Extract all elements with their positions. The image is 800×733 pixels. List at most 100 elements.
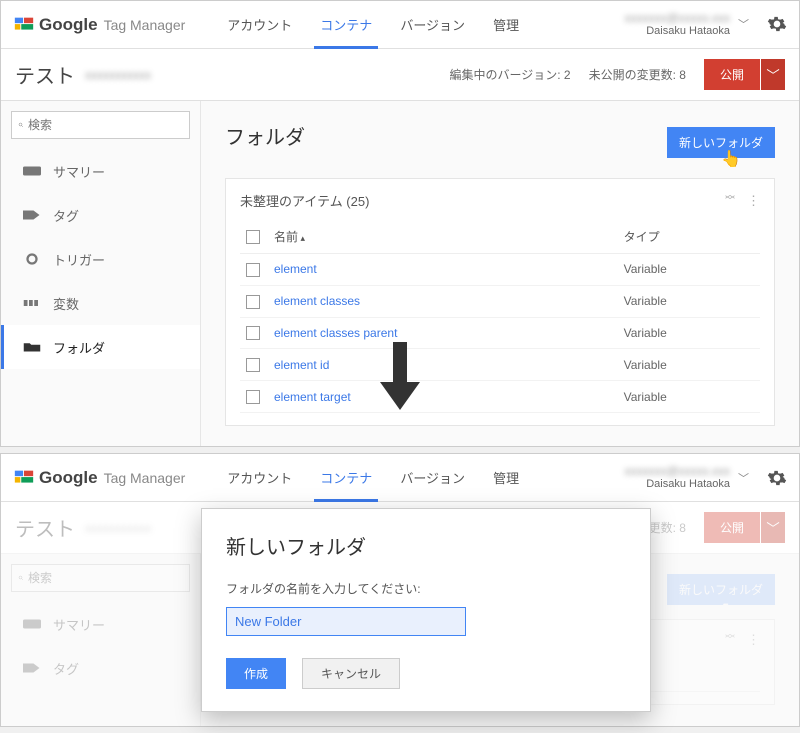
sidebar-item-summary[interactable]: サマリー bbox=[1, 149, 200, 193]
tab-version[interactable]: バージョン bbox=[386, 1, 479, 49]
sidebar-item-tags[interactable]: タグ bbox=[1, 193, 200, 237]
account-switcher[interactable]: xxxxxxx@xxxxx.xxx Daisaku Hataoka bbox=[624, 11, 730, 39]
table-row[interactable]: element classesVariable bbox=[240, 285, 760, 317]
search-icon bbox=[18, 571, 24, 585]
editing-version: 編集中のバージョン: 2 bbox=[449, 66, 570, 83]
gear-icon[interactable] bbox=[767, 468, 787, 488]
row-checkbox[interactable] bbox=[246, 263, 260, 277]
row-type: Variable bbox=[618, 317, 760, 349]
sidebar: サマリー タグ トリガー 変数 フォルダ bbox=[1, 101, 201, 446]
table-row[interactable]: element idVariable bbox=[240, 349, 760, 381]
sidebar-item-variables[interactable]: 変数 bbox=[1, 281, 200, 325]
chevron-down-icon: ﹀ bbox=[766, 518, 779, 537]
row-type: Variable bbox=[618, 254, 760, 286]
top-header: Google Tag Manager アカウント コンテナ バージョン 管理 x… bbox=[1, 1, 799, 49]
user-email-redacted: xxxxxxx@xxxxx.xxx bbox=[624, 11, 730, 25]
row-checkbox[interactable] bbox=[246, 295, 260, 309]
row-name[interactable]: element classes parent bbox=[268, 317, 618, 349]
account-switcher[interactable]: xxxxxxx@xxxxx.xxx Daisaku Hataoka bbox=[624, 464, 730, 492]
row-name[interactable]: element id bbox=[268, 349, 618, 381]
row-type: Variable bbox=[618, 349, 760, 381]
select-all-checkbox[interactable] bbox=[246, 230, 260, 244]
publish-dropdown[interactable]: ﹀ bbox=[761, 59, 785, 90]
summary-icon bbox=[23, 165, 41, 177]
sidebar-item-folders[interactable]: フォルダ bbox=[1, 325, 200, 369]
col-name[interactable]: 名前 bbox=[268, 220, 618, 254]
sidebar-item-triggers[interactable]: トリガー bbox=[1, 237, 200, 281]
dialog-title: 新しいフォルダ bbox=[226, 531, 626, 560]
row-type: Variable bbox=[618, 381, 760, 413]
row-checkbox[interactable] bbox=[246, 358, 260, 372]
publish-group: 公開 ﹀ bbox=[704, 512, 785, 543]
new-folder-button[interactable]: 新しいフォルダ 👆 bbox=[667, 127, 775, 158]
search-icon bbox=[18, 118, 24, 132]
table-row[interactable]: element targetVariable bbox=[240, 381, 760, 413]
search-box[interactable] bbox=[11, 111, 190, 139]
table-row[interactable]: elementVariable bbox=[240, 254, 760, 286]
container-id-redacted: xxxxxxxxxxx bbox=[85, 521, 151, 535]
search-input[interactable] bbox=[28, 118, 183, 132]
top-header: Google Tag Manager アカウント コンテナ バージョン 管理 x… bbox=[1, 454, 799, 502]
collapse-icon[interactable]: ︿﹀ bbox=[725, 193, 735, 209]
row-type: Variable bbox=[618, 285, 760, 317]
tab-admin[interactable]: 管理 bbox=[479, 1, 533, 49]
more-vert-icon: ⋮ bbox=[747, 632, 760, 648]
tab-account[interactable]: アカウント bbox=[213, 1, 306, 49]
tag-icon bbox=[23, 209, 41, 221]
new-folder-dialog: 新しいフォルダ フォルダの名前を入力してください: 作成 キャンセル bbox=[201, 508, 651, 712]
cursor-arrow-icon: ↖ bbox=[721, 598, 734, 618]
publish-dropdown[interactable]: ﹀ bbox=[761, 512, 785, 543]
row-checkbox[interactable] bbox=[246, 390, 260, 404]
logo: Google Tag Manager bbox=[13, 14, 185, 36]
search-input bbox=[28, 571, 183, 585]
table-row[interactable]: element classes parentVariable bbox=[240, 317, 760, 349]
sidebar-label: タグ bbox=[53, 659, 79, 678]
chevron-down-icon[interactable]: ﹀ bbox=[738, 470, 749, 486]
search-box bbox=[11, 564, 190, 592]
logo: Google Tag Manager bbox=[13, 467, 185, 489]
header-right: xxxxxxx@xxxxx.xxx Daisaku Hataoka ﹀ bbox=[624, 11, 787, 39]
sidebar-label: 変数 bbox=[53, 294, 79, 313]
gear-icon[interactable] bbox=[767, 14, 787, 34]
sidebar-label: タグ bbox=[53, 206, 79, 225]
frame-after: Google Tag Manager アカウント コンテナ バージョン 管理 x… bbox=[0, 453, 800, 727]
tab-admin[interactable]: 管理 bbox=[479, 454, 533, 502]
cancel-button[interactable]: キャンセル bbox=[302, 658, 400, 689]
sidebar-item-tags: タグ bbox=[1, 646, 200, 690]
more-vert-icon[interactable]: ⋮ bbox=[747, 193, 760, 209]
col-type[interactable]: タイプ bbox=[618, 220, 760, 254]
create-button[interactable]: 作成 bbox=[226, 658, 286, 689]
gtm-logo-icon bbox=[13, 14, 35, 36]
page-title: フォルダ bbox=[225, 121, 305, 150]
panel-header: 未整理のアイテム (25) ︿﹀ ⋮ bbox=[240, 191, 760, 210]
sidebar-label: サマリー bbox=[53, 615, 105, 634]
tab-account[interactable]: アカウント bbox=[213, 454, 306, 502]
container-name: テスト bbox=[15, 513, 75, 542]
tab-container[interactable]: コンテナ bbox=[306, 1, 386, 49]
row-checkbox[interactable] bbox=[246, 326, 260, 340]
tab-version[interactable]: バージョン bbox=[386, 454, 479, 502]
user-email-redacted: xxxxxxx@xxxxx.xxx bbox=[624, 464, 730, 478]
row-name[interactable]: element target bbox=[268, 381, 618, 413]
items-table: 名前 タイプ elementVariableelement classesVar… bbox=[240, 220, 760, 413]
row-name[interactable]: element bbox=[268, 254, 618, 286]
tab-container[interactable]: コンテナ bbox=[306, 454, 386, 502]
row-name[interactable]: element classes bbox=[268, 285, 618, 317]
chevron-down-icon[interactable]: ﹀ bbox=[738, 16, 749, 32]
publish-button[interactable]: 公開 bbox=[704, 59, 760, 90]
arrow-down-icon bbox=[375, 342, 425, 412]
new-folder-button: 新しいフォルダ ↖ bbox=[667, 574, 775, 605]
sidebar-item-summary: サマリー bbox=[1, 602, 200, 646]
unsorted-title: 未整理のアイテム (25) bbox=[240, 191, 369, 210]
publish-button[interactable]: 公開 bbox=[704, 512, 760, 543]
header-tabs: アカウント コンテナ バージョン 管理 bbox=[213, 454, 533, 502]
container-name: テスト bbox=[15, 60, 75, 89]
user-display-name: Daisaku Hataoka bbox=[646, 478, 730, 491]
collapse-icon: ︿﹀ bbox=[725, 632, 735, 648]
folder-name-input[interactable] bbox=[226, 607, 466, 636]
logo-product-text: Tag Manager bbox=[104, 17, 186, 33]
container-subbar: テスト xxxxxxxxxxx 編集中のバージョン: 2 未公開の変更数: 8 … bbox=[1, 49, 799, 101]
user-display-name: Daisaku Hataoka bbox=[646, 25, 730, 38]
tag-icon bbox=[23, 662, 41, 674]
sidebar-label: サマリー bbox=[53, 162, 105, 181]
